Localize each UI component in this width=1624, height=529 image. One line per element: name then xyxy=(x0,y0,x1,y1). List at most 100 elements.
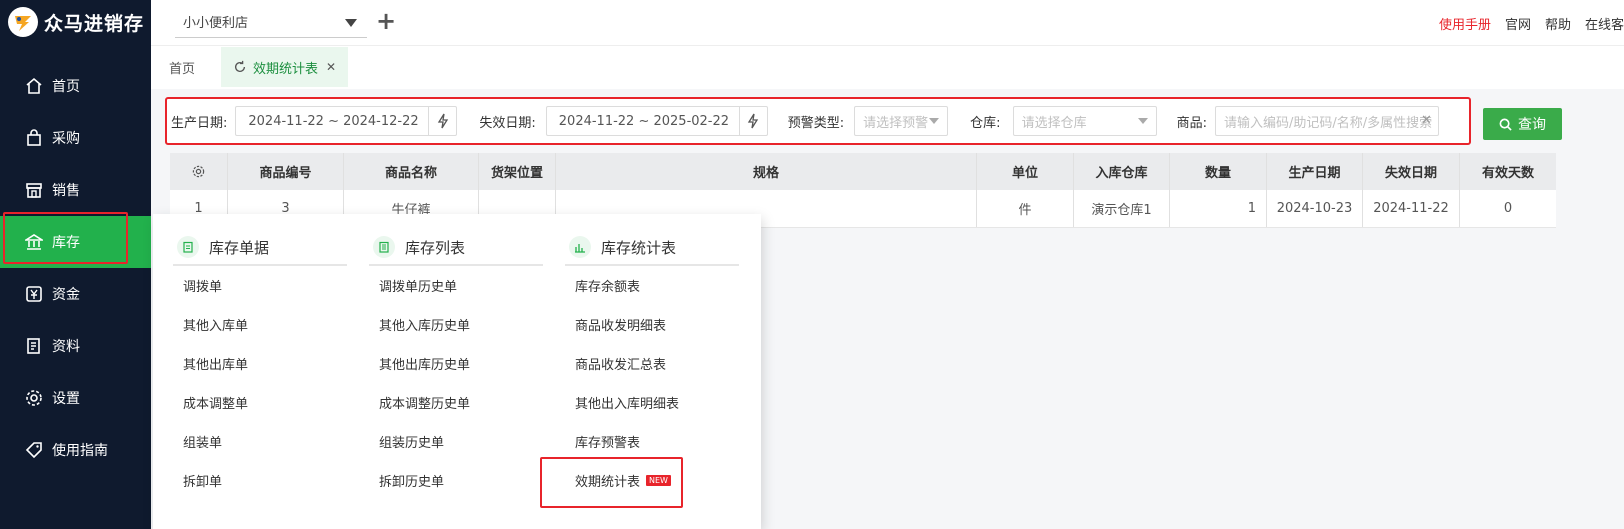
table-cell: 2024-11-22 xyxy=(1363,190,1460,227)
gear-icon xyxy=(24,388,44,408)
sidebar-item-data[interactable]: 资料 xyxy=(0,320,151,372)
goods-placeholder: 请输入编码/助记码/名称/多属性搜索 xyxy=(1223,115,1433,131)
menu-item[interactable]: 商品收发汇总表 xyxy=(565,344,739,383)
tab-home[interactable]: 首页 xyxy=(169,47,195,87)
top-bar: 小小便利店 + 使用手册 官网 帮助 在线客 xyxy=(151,0,1624,46)
store-select[interactable]: 小小便利店 xyxy=(175,6,367,38)
sidebar-item-settings[interactable]: 设置 xyxy=(0,372,151,424)
sidebar-item-sales[interactable]: 销售 xyxy=(0,164,151,216)
tab-label: 效期统计表 xyxy=(253,61,319,77)
prod-date-range-input[interactable]: 2024-11-22 ~ 2024-12-22 xyxy=(235,106,458,136)
sidebar-item-guide[interactable]: 使用指南 xyxy=(0,424,151,476)
table-header-cell[interactable]: 有效天数 xyxy=(1460,153,1556,190)
menu-item[interactable]: 组装历史单 xyxy=(369,422,543,461)
sidebar-item-purchase[interactable]: 采购 xyxy=(0,112,151,164)
sidebar-item-label: 销售 xyxy=(52,183,80,199)
menu-column-title-label: 库存列表 xyxy=(405,238,466,257)
menu-item[interactable]: 其他入库单 xyxy=(173,305,347,344)
gear-icon xyxy=(192,165,205,178)
table-cell: 演示仓库1 xyxy=(1074,190,1170,227)
sidebar-item-finance[interactable]: 资金 xyxy=(0,268,151,320)
warn-type-placeholder: 请选择预警 xyxy=(863,115,929,131)
table-header-cell[interactable]: 货架位置 xyxy=(479,153,556,190)
menu-column-documents: 库存单据 调拨单 其他入库单 其他出库单 成本调整单 组装单 拆卸单 xyxy=(173,230,347,500)
clear-icon[interactable]: ✕ xyxy=(1421,113,1432,128)
menu-item[interactable]: 调拨单历史单 xyxy=(369,266,543,305)
query-button[interactable]: 查询 xyxy=(1483,108,1562,140)
goods-search-input[interactable]: 请输入编码/助记码/名称/多属性搜索 ✕ xyxy=(1214,106,1439,136)
online-service-link[interactable]: 在线客 xyxy=(1585,14,1624,33)
brand-name: 众马进销存 xyxy=(44,12,145,35)
menu-column-title: 库存列表 xyxy=(369,230,543,266)
menu-item-label: 效期统计表 xyxy=(575,475,641,490)
menu-item[interactable]: 其他出入库明细表 xyxy=(565,383,739,422)
website-link[interactable]: 官网 xyxy=(1505,14,1531,33)
add-store-button[interactable]: + xyxy=(375,7,397,35)
close-icon[interactable]: ✕ xyxy=(326,60,336,74)
column-settings[interactable] xyxy=(170,153,228,190)
warn-type-label: 预警类型: xyxy=(787,115,845,131)
table-header-cell[interactable]: 商品名称 xyxy=(344,153,479,190)
table-cell: 件 xyxy=(977,190,1074,227)
sidebar-item-home[interactable]: 首页 xyxy=(0,60,151,112)
sidebar-item-label: 库存 xyxy=(52,235,80,251)
chevron-down-icon xyxy=(929,118,940,124)
menu-item-expiry-stats[interactable]: 效期统计表 NEW xyxy=(565,461,739,500)
bank-icon xyxy=(24,232,44,252)
sidebar-item-label: 使用指南 xyxy=(52,443,108,459)
warehouse-select[interactable]: 请选择仓库 xyxy=(1012,106,1157,136)
menu-item[interactable]: 其他出库历史单 xyxy=(369,344,543,383)
menu-item[interactable]: 库存预警表 xyxy=(565,422,739,461)
search-icon xyxy=(1499,118,1512,131)
warn-type-select[interactable]: 请选择预警 xyxy=(854,106,949,136)
menu-column-lists: 库存列表 调拨单历史单 其他入库历史单 其他出库历史单 成本调整历史单 组装历史… xyxy=(369,230,543,500)
manual-link[interactable]: 使用手册 xyxy=(1439,14,1491,33)
yen-icon xyxy=(24,284,44,304)
lightning-icon[interactable] xyxy=(738,107,767,135)
menu-item[interactable]: 组装单 xyxy=(173,422,347,461)
menu-item[interactable]: 拆卸单 xyxy=(173,461,347,500)
exp-date-range-input[interactable]: 2024-11-22 ~ 2025-02-22 xyxy=(545,106,768,136)
table-header-cell[interactable]: 单位 xyxy=(977,153,1074,190)
prod-date-value: 2024-11-22 ~ 2024-12-22 xyxy=(248,113,419,129)
sidebar: 众马进销存 首页 采购 销售 库存 资金 资料 设置 使用指南 xyxy=(0,0,181,529)
sidebar-item-inventory[interactable]: 库存 xyxy=(0,216,181,268)
table-cell: 2024-10-23 xyxy=(1267,190,1363,227)
tab-expiry-stats[interactable]: 效期统计表 ✕ xyxy=(221,47,349,87)
prod-date-label: 生产日期: xyxy=(171,115,228,131)
table-header-row: 商品编号 商品名称 货架位置 规格 单位 入库仓库 数量 生产日期 失效日期 有… xyxy=(170,153,1556,190)
store-select-value: 小小便利店 xyxy=(183,16,249,31)
menu-item[interactable]: 商品收发明细表 xyxy=(565,305,739,344)
menu-item[interactable]: 拆卸历史单 xyxy=(369,461,543,500)
table-header-cell[interactable]: 数量 xyxy=(1170,153,1267,190)
bag-icon xyxy=(24,128,44,148)
table-header-cell[interactable]: 商品编号 xyxy=(228,153,344,190)
list-icon xyxy=(373,236,395,258)
menu-item[interactable]: 库存余额表 xyxy=(565,266,739,305)
table-header-cell[interactable]: 入库仓库 xyxy=(1074,153,1170,190)
refresh-icon[interactable] xyxy=(233,60,247,74)
menu-item[interactable]: 成本调整历史单 xyxy=(369,383,543,422)
lightning-icon[interactable] xyxy=(428,107,456,135)
new-badge: NEW xyxy=(646,475,671,486)
brand[interactable]: 众马进销存 xyxy=(0,0,151,44)
tag-icon xyxy=(24,440,44,460)
sidebar-item-label: 首页 xyxy=(52,79,80,95)
warehouse-label: 仓库: xyxy=(970,115,1001,131)
menu-item[interactable]: 成本调整单 xyxy=(173,383,347,422)
table-header-cell[interactable]: 失效日期 xyxy=(1363,153,1460,190)
menu-item[interactable]: 调拨单 xyxy=(173,266,347,305)
goods-label: 商品: xyxy=(1176,115,1207,131)
table-cell: 0 xyxy=(1503,201,1513,216)
clipboard-icon xyxy=(177,236,199,258)
table-header-cell[interactable]: 规格 xyxy=(556,153,977,190)
menu-item[interactable]: 其他出库单 xyxy=(173,344,347,383)
menu-item[interactable]: 其他入库历史单 xyxy=(369,305,543,344)
warehouse-placeholder: 请选择仓库 xyxy=(1021,115,1087,131)
store-icon xyxy=(24,180,44,200)
sidebar-nav: 首页 采购 销售 库存 资金 资料 设置 使用指南 xyxy=(0,60,181,476)
top-links: 使用手册 官网 帮助 在线客 xyxy=(1425,0,1624,46)
table-header-cell[interactable]: 生产日期 xyxy=(1267,153,1363,190)
exp-date-value: 2024-11-22 ~ 2025-02-22 xyxy=(558,113,730,129)
help-link[interactable]: 帮助 xyxy=(1545,14,1571,33)
